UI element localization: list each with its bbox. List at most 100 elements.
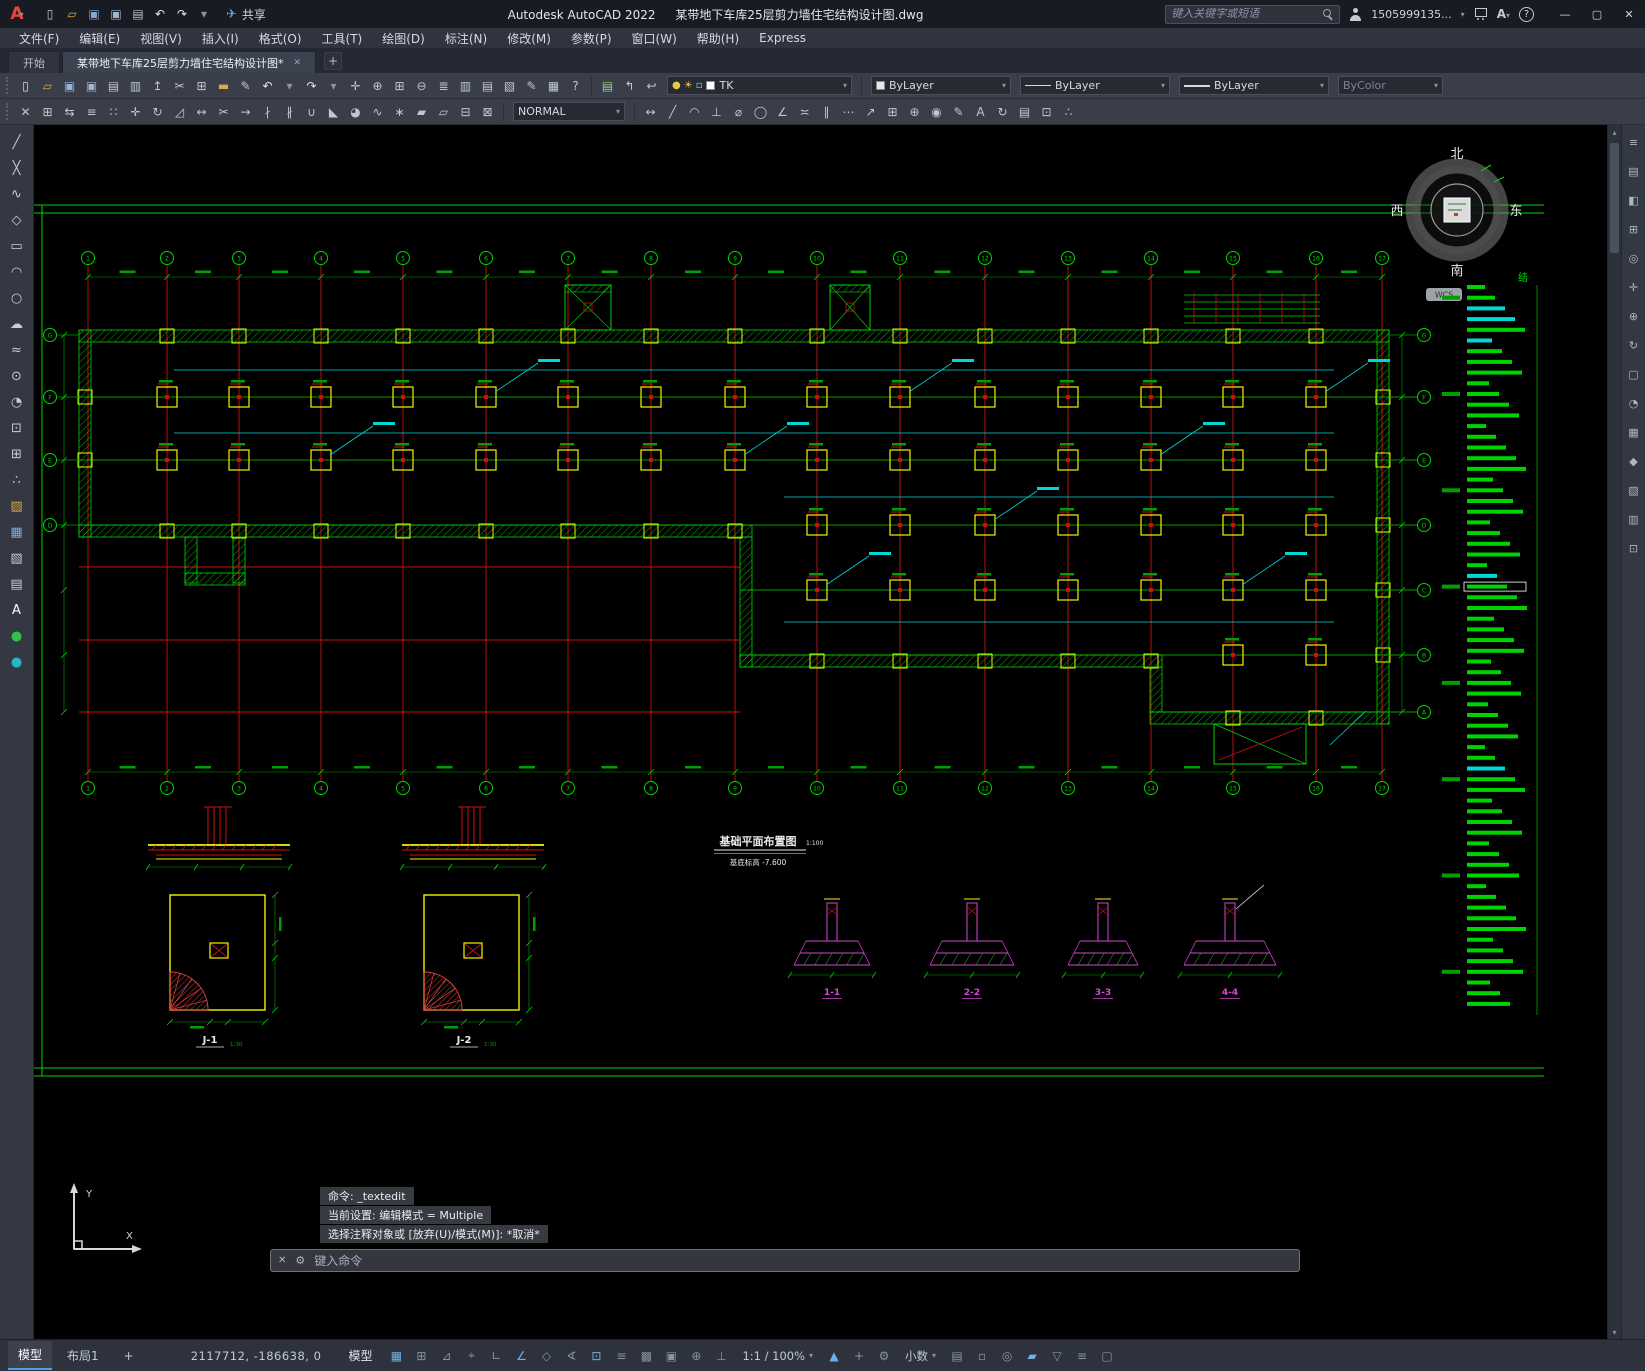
qat-open-file-icon[interactable]: ▱	[62, 4, 82, 24]
dock-grip-icon[interactable]: ≡	[1625, 133, 1643, 151]
plot-preview-icon[interactable]: ▥	[125, 75, 146, 96]
new-layout-button[interactable]: +	[114, 1344, 144, 1368]
close-button[interactable]: ✕	[1613, 0, 1645, 28]
dim-radius-icon[interactable]: ⌀	[728, 101, 749, 122]
object-snap-icon[interactable]: ⊡	[585, 1345, 607, 1367]
blend-icon[interactable]: ∿	[367, 101, 388, 122]
annotation-visibility-icon[interactable]: ▲	[823, 1345, 845, 1367]
command-close-icon[interactable]: ✕	[278, 1255, 286, 1266]
3d-object-snap-icon[interactable]: ⊕	[685, 1345, 707, 1367]
menu-item[interactable]: 帮助(H)	[688, 29, 748, 48]
tolerance-icon[interactable]: ⊞	[882, 101, 903, 122]
point-marker-green-icon[interactable]: ●	[5, 624, 29, 648]
transparency-icon[interactable]: ▩	[635, 1345, 657, 1367]
designcenter-icon[interactable]: ▥	[455, 75, 476, 96]
undo-caret-icon[interactable]: ▾	[279, 75, 300, 96]
dim-inspect-icon[interactable]: ◉	[926, 101, 947, 122]
units-display[interactable]: 小数 ▾	[900, 1348, 941, 1364]
auto-annotation-scale-icon[interactable]: +	[848, 1345, 870, 1367]
menu-item[interactable]: 视图(V)	[131, 29, 191, 48]
annotation-scale-caret-icon[interactable]: ▾	[809, 1351, 813, 1360]
drawing-canvas[interactable]: 1 1 2 2 3 3 4 4 5 5 6 6 7 7 8 8 9 9 10 10 11 11 12 12 13 13 14 14 15…	[34, 125, 1607, 1339]
scrollbar-thumb[interactable]	[1610, 143, 1619, 253]
scale-icon[interactable]: ◿	[169, 101, 190, 122]
clean-screen-icon[interactable]: ▢	[1096, 1345, 1118, 1367]
mirror-icon[interactable]: ⇆	[59, 101, 80, 122]
sheet-set-manager-icon[interactable]: ▧	[499, 75, 520, 96]
help-icon[interactable]: ?	[565, 75, 586, 96]
chamfer-icon[interactable]: ◣	[323, 101, 344, 122]
erase-icon[interactable]: ✕	[15, 101, 36, 122]
dim-arc-length-icon[interactable]: ◠	[684, 101, 705, 122]
point-tool-icon[interactable]: ∴	[5, 468, 29, 492]
break-at-point-icon[interactable]: ∤	[257, 101, 278, 122]
command-input[interactable]: 键入命令	[314, 1252, 362, 1269]
tab-start[interactable]: 开始	[8, 51, 60, 73]
dynamic-ucs-icon[interactable]: ⊥	[710, 1345, 732, 1367]
ellipse-tool-icon[interactable]: ⊙	[5, 364, 29, 388]
menu-item[interactable]: 标注(N)	[436, 29, 496, 48]
plot-icon[interactable]: ▤	[103, 75, 124, 96]
right-tool-sheet-icon[interactable]: ◔	[1625, 394, 1643, 412]
menu-item[interactable]: Express	[750, 30, 815, 46]
infer-constraints-icon[interactable]: ⊿	[435, 1345, 457, 1367]
account-id[interactable]: 1505999135...	[1371, 8, 1451, 21]
break-icon[interactable]: ∦	[279, 101, 300, 122]
color-combo[interactable]: ByLayer ▾	[871, 76, 1011, 95]
isolate-objects-icon[interactable]: ◎	[996, 1345, 1018, 1367]
dim-ordinate-icon[interactable]: ⊥	[706, 101, 727, 122]
menu-item[interactable]: 格式(O)	[250, 29, 311, 48]
zoom-realtime-icon[interactable]: ⊕	[367, 75, 388, 96]
open-file-icon[interactable]: ▱	[37, 75, 58, 96]
dim-edit-icon[interactable]: ✎	[948, 101, 969, 122]
redo-icon[interactable]: ↷	[301, 75, 322, 96]
scroll-down-icon[interactable]: ▾	[1608, 1325, 1621, 1339]
search-icon[interactable]	[1323, 8, 1334, 20]
customize-icon[interactable]: ≡	[1071, 1345, 1093, 1367]
circle-tool-icon[interactable]: ○	[5, 286, 29, 310]
maximize-button[interactable]: ▢	[1581, 0, 1613, 28]
join-icon[interactable]: ∪	[301, 101, 322, 122]
account-caret-icon[interactable]: ▾	[1461, 10, 1465, 19]
dynamic-input-icon[interactable]: ⌖	[460, 1345, 482, 1367]
qat-menu-caret-icon[interactable]: ▾	[194, 4, 214, 24]
copy-clip-icon[interactable]: ⊞	[191, 75, 212, 96]
menu-item[interactable]: 窗口(W)	[623, 29, 686, 48]
undo-icon[interactable]: ↶	[257, 75, 278, 96]
cut-icon[interactable]: ✂	[169, 75, 190, 96]
annotation-scale[interactable]: 1:1 / 100% ▾	[737, 1349, 818, 1363]
qat-redo-icon[interactable]: ↷	[172, 4, 192, 24]
osnap-settings-icon[interactable]: ⊡	[1036, 101, 1057, 122]
autocad-logo[interactable]: A ▾	[0, 0, 34, 28]
layer-combo-caret-icon[interactable]: ▾	[843, 81, 847, 90]
lineweight-combo-caret-icon[interactable]: ▾	[1320, 81, 1324, 90]
point-marker-cyan-icon[interactable]: ●	[5, 650, 29, 674]
right-tool-table-icon[interactable]: ▥	[1625, 510, 1643, 528]
mtext-tool-icon[interactable]: A	[5, 598, 29, 622]
publish-icon[interactable]: ↥	[147, 75, 168, 96]
pan-nav-icon[interactable]: ✛	[1625, 278, 1643, 296]
toolbar-grip[interactable]	[6, 77, 10, 94]
point-style-icon[interactable]: ∴	[1058, 101, 1079, 122]
orbit-nav-icon[interactable]: ↻	[1625, 336, 1643, 354]
layer-lock-icon[interactable]: ▫	[696, 80, 703, 91]
help-icon[interactable]: ?	[1519, 6, 1534, 22]
fillet-icon[interactable]: ◕	[345, 101, 366, 122]
layer-on-off-icon[interactable]: ●	[672, 80, 681, 91]
color-combo-caret-icon[interactable]: ▾	[1002, 81, 1006, 90]
dim-linear-icon[interactable]: ↔	[640, 101, 661, 122]
zoom-nav-icon[interactable]: ⊕	[1625, 307, 1643, 325]
minimize-button[interactable]: —	[1549, 0, 1581, 28]
polar-tracking-icon[interactable]: ∠	[510, 1345, 532, 1367]
search-input[interactable]	[1171, 8, 1324, 20]
quick-properties-icon[interactable]: ▤	[946, 1345, 968, 1367]
markup-import-icon[interactable]: ✎	[521, 75, 542, 96]
filter-icon[interactable]: ▽	[1046, 1345, 1068, 1367]
ortho-mode-icon[interactable]: ∟	[485, 1345, 507, 1367]
gradient-tool-icon[interactable]: ▦	[5, 520, 29, 544]
dim-text-edit-icon[interactable]: A	[970, 101, 991, 122]
array-icon[interactable]: ∷	[103, 101, 124, 122]
units-caret-icon[interactable]: ▾	[932, 1351, 936, 1360]
tool-palettes-icon[interactable]: ▤	[477, 75, 498, 96]
menu-item[interactable]: 工具(T)	[313, 29, 372, 48]
